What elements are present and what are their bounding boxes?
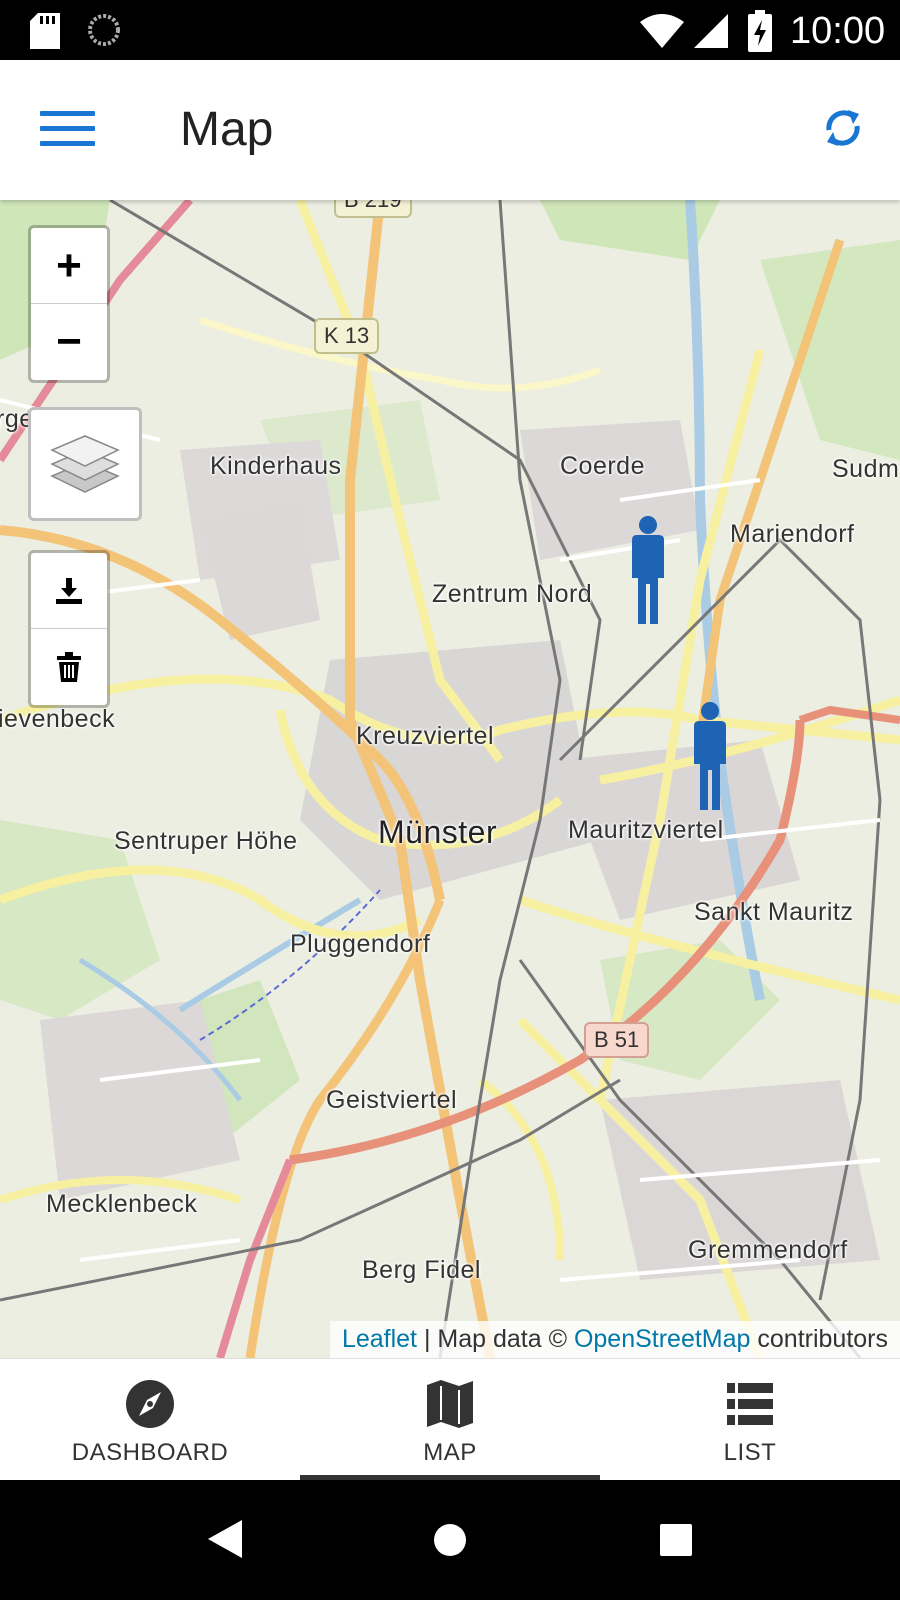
leaflet-link[interactable]: Leaflet	[342, 1325, 417, 1353]
nav-tab-map[interactable]: MAP	[300, 1359, 600, 1481]
map-label-mariendorf: Mariendorf	[730, 520, 855, 548]
refresh-icon[interactable]	[815, 100, 871, 156]
status-bar: 10:00	[0, 0, 900, 60]
map-label-geistviertel: Geistviertel	[326, 1086, 458, 1114]
zoom-in-button[interactable]: +	[31, 228, 107, 304]
map-label-mecklenbeck: Mecklenbeck	[46, 1190, 198, 1218]
zoom-control: + −	[28, 225, 110, 383]
road-shield-b219: B 219	[334, 200, 412, 218]
map-label-sankt-mauritz: Sankt Mauritz	[694, 898, 854, 926]
layers-icon	[50, 435, 120, 493]
page-title: Map	[180, 103, 274, 156]
map-label-sudm: Sudm	[832, 455, 900, 483]
attribution-separator: | Map data ©	[417, 1325, 574, 1353]
nav-label-list: LIST	[723, 1439, 777, 1466]
map-label-pluggendorf: Pluggendorf	[290, 930, 431, 958]
map-label-muenster: Münster	[378, 814, 498, 850]
sd-card-icon	[30, 13, 60, 49]
map-tiles	[0, 200, 900, 1358]
layers-button[interactable]	[28, 407, 142, 521]
zoom-out-button[interactable]: −	[31, 304, 107, 380]
openstreetmap-link[interactable]: OpenStreetMap	[574, 1325, 751, 1353]
download-button[interactable]	[31, 553, 107, 629]
road-shield-b51: B 51	[584, 1022, 650, 1058]
sync-icon	[88, 14, 120, 46]
bottom-navigation: DASHBOARD MAP LIST	[0, 1358, 900, 1481]
offline-control	[28, 550, 110, 708]
nav-tab-dashboard[interactable]: DASHBOARD	[0, 1359, 300, 1481]
app-bar: Map	[0, 60, 900, 200]
map-label-ievenbeck: ievenbeck	[0, 705, 116, 733]
download-icon	[56, 577, 82, 604]
map-icon	[427, 1380, 473, 1428]
system-navigation-bar	[0, 1480, 900, 1600]
hamburger-menu-icon[interactable]	[30, 98, 100, 158]
road-shield-k13: K 13	[314, 318, 380, 354]
attribution-suffix: contributors	[750, 1325, 888, 1353]
person-marker[interactable]	[626, 516, 670, 628]
map-label-zentrum-nord: Zentrum Nord	[432, 580, 593, 608]
nav-tab-list[interactable]: LIST	[600, 1359, 900, 1481]
map-attribution: Leaflet | Map data © OpenStreetMap contr…	[329, 1321, 900, 1358]
map-label-kinderhaus: Kinderhaus	[210, 452, 342, 480]
cell-signal-icon	[694, 14, 728, 48]
back-icon[interactable]	[208, 1520, 242, 1558]
map-label-mauritzviertel: Mauritzviertel	[568, 816, 724, 844]
recent-apps-icon[interactable]	[660, 1524, 692, 1556]
compass-icon	[126, 1380, 174, 1428]
delete-button[interactable]	[31, 629, 107, 705]
map-label-kreuzviertel: Kreuzviertel	[356, 722, 494, 750]
map-label-coerde: Coerde	[560, 452, 645, 480]
battery-charging-icon	[748, 10, 772, 52]
home-icon[interactable]	[434, 1524, 466, 1556]
map-label-berg-fidel: Berg Fidel	[362, 1256, 481, 1284]
clock: 10:00	[790, 10, 886, 52]
map-label-sentruper-hoehe: Sentruper Höhe	[114, 827, 298, 855]
wifi-icon	[640, 14, 684, 48]
list-icon	[727, 1383, 773, 1425]
nav-label-dashboard: DASHBOARD	[71, 1439, 229, 1466]
trash-icon	[57, 652, 81, 682]
map-view[interactable]: rge Kinderhaus Coerde Sudm Mariendorf Ze…	[0, 200, 900, 1358]
map-label-gremmendorf: Gremmendorf	[688, 1236, 848, 1264]
person-marker[interactable]	[688, 702, 732, 814]
nav-label-map: MAP	[423, 1439, 477, 1466]
